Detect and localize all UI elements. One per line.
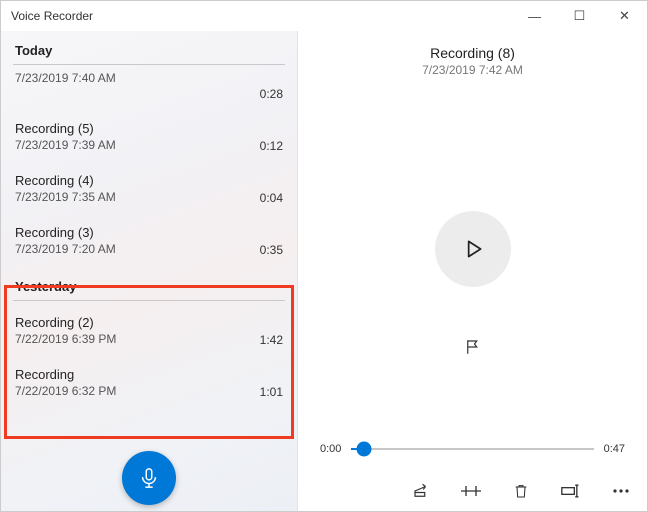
list-item[interactable]: 7/23/2019 7:40 AM 0:28 [1, 69, 297, 111]
group-label: Today [1, 31, 297, 64]
maximize-button[interactable]: ☐ [557, 1, 602, 31]
trim-icon [461, 483, 481, 499]
item-duration: 1:01 [260, 385, 283, 399]
more-button[interactable] [611, 481, 631, 501]
separator [13, 64, 285, 65]
item-duration: 0:12 [260, 139, 283, 153]
window-controls: — ☐ ✕ [512, 1, 647, 31]
list-item[interactable]: Recording (3) 7/23/2019 7:20 AM 0:35 [1, 215, 297, 267]
seek-track[interactable] [351, 448, 593, 450]
app-title: Voice Recorder [11, 9, 93, 23]
item-title: Recording (5) [15, 121, 116, 136]
microphone-icon [138, 467, 160, 489]
marker-button[interactable] [463, 337, 483, 357]
play-button[interactable] [435, 211, 511, 287]
item-subtitle: 7/23/2019 7:20 AM [15, 242, 116, 256]
recording-title: Recording (8) [422, 45, 523, 61]
item-subtitle: 7/22/2019 6:32 PM [15, 384, 116, 398]
group-label: Yesterday [1, 267, 297, 300]
item-subtitle: 7/22/2019 6:39 PM [15, 332, 116, 346]
list-item[interactable]: Recording (4) 7/23/2019 7:35 AM 0:04 [1, 163, 297, 215]
item-subtitle: 7/23/2019 7:40 AM [15, 71, 116, 85]
rename-button[interactable] [561, 481, 581, 501]
item-title: Recording (2) [15, 315, 116, 330]
elapsed-time: 0:00 [320, 443, 341, 455]
record-button[interactable] [122, 451, 176, 505]
recording-subtitle: 7/23/2019 7:42 AM [422, 63, 523, 77]
item-duration: 0:04 [260, 191, 283, 205]
ellipsis-icon [612, 488, 630, 494]
item-title: Recording (4) [15, 173, 116, 188]
trim-button[interactable] [461, 481, 481, 501]
rename-icon [561, 484, 581, 498]
separator [13, 300, 285, 301]
list-item[interactable]: Recording (5) 7/23/2019 7:39 AM 0:12 [1, 111, 297, 163]
player-toolbar [411, 481, 631, 501]
item-duration: 0:35 [260, 243, 283, 257]
item-title: Recording [15, 367, 116, 382]
delete-button[interactable] [511, 481, 531, 501]
recordings-sidebar: Today 7/23/2019 7:40 AM 0:28 Recording (5) 7… [1, 31, 298, 511]
play-icon [460, 236, 486, 262]
item-subtitle: 7/23/2019 7:35 AM [15, 190, 116, 204]
recordings-list[interactable]: Today 7/23/2019 7:40 AM 0:28 Recording (5) 7… [1, 31, 297, 511]
title-bar: Voice Recorder — ☐ ✕ [1, 1, 647, 31]
content: Today 7/23/2019 7:40 AM 0:28 Recording (5) 7… [1, 31, 647, 511]
timeline: 0:00 0:47 [320, 443, 625, 455]
share-icon [412, 482, 430, 500]
close-button[interactable]: ✕ [602, 1, 647, 31]
total-time: 0:47 [604, 443, 625, 455]
item-duration: 1:42 [260, 333, 283, 347]
item-title: Recording (3) [15, 225, 116, 240]
share-button[interactable] [411, 481, 431, 501]
minimize-button[interactable]: — [512, 1, 557, 31]
list-item[interactable]: Recording 7/22/2019 6:32 PM 1:01 [1, 357, 297, 409]
item-duration: 0:28 [260, 87, 283, 101]
seek-thumb[interactable] [356, 442, 371, 457]
player-header: Recording (8) 7/23/2019 7:42 AM [422, 45, 523, 77]
item-subtitle: 7/23/2019 7:39 AM [15, 138, 116, 152]
player-pane: Recording (8) 7/23/2019 7:42 AM 0:00 0:4… [298, 31, 647, 511]
flag-icon [464, 338, 482, 356]
list-item[interactable]: Recording (2) 7/22/2019 6:39 PM 1:42 [1, 305, 297, 357]
trash-icon [513, 482, 529, 500]
